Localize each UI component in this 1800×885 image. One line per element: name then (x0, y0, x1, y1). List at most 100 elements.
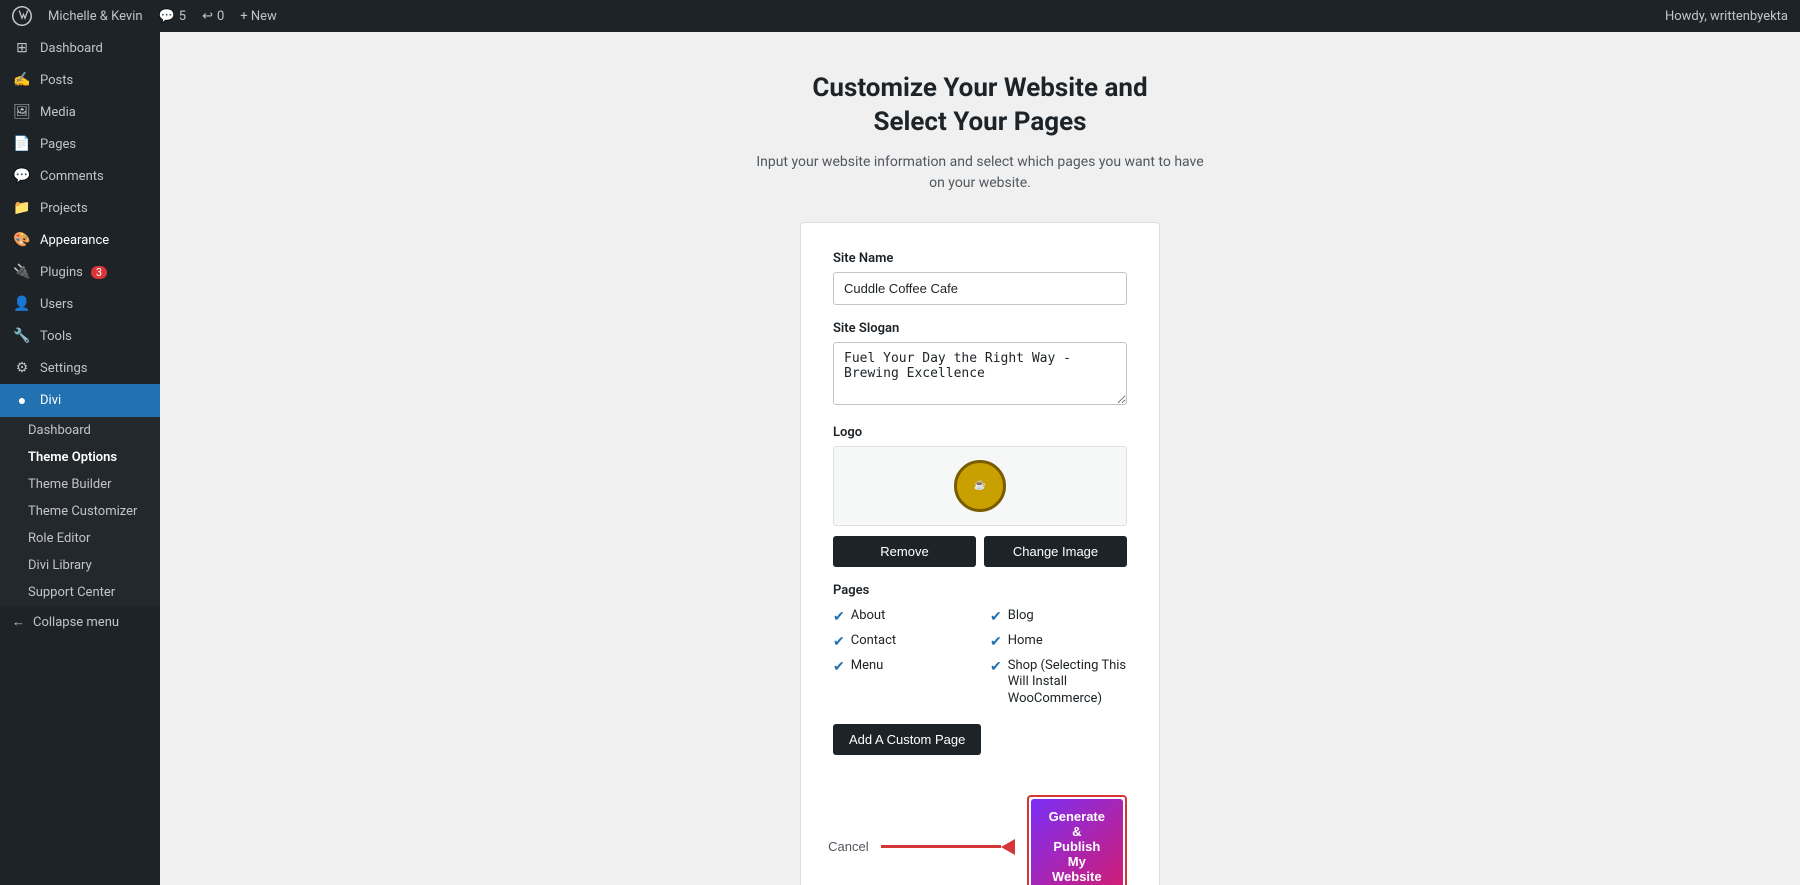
page-check-home[interactable]: ✔ Home (990, 633, 1127, 650)
comments-nav-icon: 💬 (12, 168, 32, 184)
sidebar-item-label: Dashboard (40, 41, 103, 56)
page-label-home: Home (1008, 633, 1043, 650)
sidebar-item-label: Pages (40, 137, 76, 152)
page-subtitle: Input your website information and selec… (756, 152, 1203, 194)
submenu-label: Theme Builder (28, 477, 112, 492)
sidebar: ⊞ Dashboard ✍ Posts 🖼 Media 📄 Pages 💬 Co… (0, 32, 160, 885)
submenu-item-support-center[interactable]: Support Center (0, 579, 160, 606)
sidebar-item-appearance[interactable]: 🎨 Appearance (0, 224, 160, 256)
collapse-menu-button[interactable]: ← Collapse menu (0, 606, 160, 638)
site-name[interactable]: Michelle & Kevin (48, 9, 143, 24)
cancel-button[interactable]: Cancel (828, 839, 868, 854)
page-check-about[interactable]: ✔ About (833, 608, 970, 625)
site-slogan-field: Site Slogan (833, 321, 1127, 409)
form-footer: Cancel Generate & Publish My Website (833, 795, 1127, 885)
settings-icon: ⚙ (12, 360, 32, 376)
collapse-icon: ← (12, 614, 25, 630)
page-check-contact[interactable]: ✔ Contact (833, 633, 970, 650)
howdy-text: Howdy, writtenbyekta (1665, 9, 1788, 24)
site-slogan-input[interactable] (833, 342, 1127, 405)
site-name-input[interactable] (833, 272, 1127, 305)
submenu-item-theme-options[interactable]: Theme Options (0, 444, 160, 471)
logo-text: ☕ (974, 480, 987, 491)
sidebar-item-label: Posts (40, 73, 73, 88)
arrow-line (881, 845, 1001, 848)
submenu-item-theme-builder[interactable]: Theme Builder (0, 471, 160, 498)
wp-logo[interactable] (12, 6, 32, 26)
page-title: Customize Your Website andSelect Your Pa… (812, 72, 1147, 140)
sidebar-item-settings[interactable]: ⚙ Settings (0, 352, 160, 384)
change-image-button[interactable]: Change Image (984, 536, 1127, 567)
logo-circle: ☕ (954, 460, 1006, 512)
pages-icon: 📄 (12, 136, 32, 152)
check-icon-blog: ✔ (990, 609, 1002, 625)
pages-section: Pages ✔ About ✔ Blog ✔ Contact (833, 583, 1127, 709)
submenu-item-dashboard[interactable]: Dashboard (0, 417, 160, 444)
submenu-item-theme-customizer[interactable]: Theme Customizer (0, 498, 160, 525)
new-button[interactable]: + New (240, 9, 277, 24)
page-label-contact: Contact (851, 633, 896, 650)
logo-preview: ☕ (833, 446, 1127, 526)
divi-submenu: Dashboard Theme Options Theme Builder Th… (0, 417, 160, 606)
sidebar-item-label: Appearance (40, 233, 109, 248)
check-icon-menu: ✔ (833, 659, 845, 675)
submenu-item-divi-library[interactable]: Divi Library (0, 552, 160, 579)
logo-label: Logo (833, 425, 1127, 440)
submenu-label: Theme Customizer (28, 504, 137, 519)
sidebar-item-label: Divi (40, 393, 61, 408)
revisions-icon: ↩ (202, 9, 213, 24)
sidebar-item-plugins[interactable]: 🔌 Plugins 3 (0, 256, 160, 288)
sidebar-item-label: Comments (40, 169, 104, 184)
media-icon: 🖼 (12, 104, 32, 120)
generate-button[interactable]: Generate & Publish My Website (1031, 799, 1123, 885)
sidebar-item-media[interactable]: 🖼 Media (0, 96, 160, 128)
submenu-label: Support Center (28, 585, 115, 600)
page-check-shop[interactable]: ✔ Shop (Selecting This Will Install WooC… (990, 658, 1127, 709)
page-check-menu[interactable]: ✔ Menu (833, 658, 970, 709)
submenu-label: Theme Options (28, 450, 117, 465)
add-custom-page-button[interactable]: Add A Custom Page (833, 724, 981, 755)
pages-grid: ✔ About ✔ Blog ✔ Contact ✔ (833, 608, 1127, 709)
appearance-icon: 🎨 (12, 232, 32, 248)
sidebar-item-dashboard[interactable]: ⊞ Dashboard (0, 32, 160, 64)
revisions-count[interactable]: ↩ 0 (202, 9, 224, 24)
sidebar-item-label: Plugins (40, 265, 83, 280)
users-icon: 👤 (12, 296, 32, 312)
plugins-icon: 🔌 (12, 264, 32, 280)
remove-button[interactable]: Remove (833, 536, 976, 567)
sidebar-item-pages[interactable]: 📄 Pages (0, 128, 160, 160)
sidebar-item-comments[interactable]: 💬 Comments (0, 160, 160, 192)
check-icon-about: ✔ (833, 609, 845, 625)
sidebar-item-divi[interactable]: ● Divi (0, 384, 160, 417)
page-check-blog[interactable]: ✔ Blog (990, 608, 1127, 625)
page-label-about: About (851, 608, 886, 625)
sidebar-item-projects[interactable]: 📁 Projects (0, 192, 160, 224)
arrow-head (1001, 839, 1015, 855)
logo-field: Logo ☕ Remove Change Image (833, 425, 1127, 567)
tools-icon: 🔧 (12, 328, 32, 344)
sidebar-item-users[interactable]: 👤 Users (0, 288, 160, 320)
comments-count[interactable]: 💬 5 (159, 9, 187, 24)
divi-icon: ● (12, 392, 32, 409)
projects-icon: 📁 (12, 200, 32, 216)
sidebar-item-label: Tools (40, 329, 72, 344)
admin-bar: Michelle & Kevin 💬 5 ↩ 0 + New Howdy, wr… (0, 0, 1800, 32)
sidebar-item-tools[interactable]: 🔧 Tools (0, 320, 160, 352)
generate-highlight-box: Generate & Publish My Website (1027, 795, 1127, 885)
arrow-annotation (881, 839, 1015, 855)
submenu-label: Divi Library (28, 558, 92, 573)
check-icon-shop: ✔ (990, 659, 1002, 675)
site-name-field: Site Name (833, 251, 1127, 305)
submenu-item-role-editor[interactable]: Role Editor (0, 525, 160, 552)
submenu-label: Role Editor (28, 531, 90, 546)
sidebar-item-label: Settings (40, 361, 87, 376)
check-icon-contact: ✔ (833, 634, 845, 650)
posts-icon: ✍ (12, 72, 32, 88)
main-content: Customize Your Website andSelect Your Pa… (160, 32, 1800, 885)
pages-label: Pages (833, 583, 1127, 598)
sidebar-item-posts[interactable]: ✍ Posts (0, 64, 160, 96)
sidebar-item-label: Media (40, 105, 76, 120)
plugins-badge: 3 (91, 266, 107, 279)
form-card: Site Name Site Slogan Logo ☕ Remove Chan… (800, 222, 1160, 885)
dashboard-icon: ⊞ (12, 40, 32, 56)
